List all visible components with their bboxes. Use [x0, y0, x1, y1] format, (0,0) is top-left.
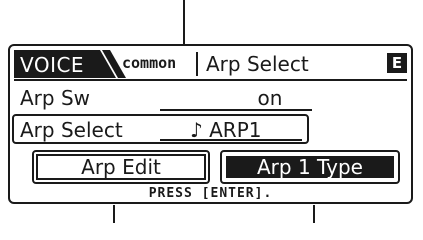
- common-tab-label[interactable]: common: [122, 54, 176, 72]
- edit-mode-badge: E: [387, 53, 407, 73]
- arp-type-frame: Arp 1 Type: [220, 150, 400, 184]
- arp-sw-value[interactable]: on: [205, 86, 335, 110]
- header-underline: [14, 79, 407, 81]
- callout-line-left: [113, 205, 115, 223]
- press-enter-hint: PRESS [ENTER].: [148, 186, 273, 201]
- header-separator: [196, 52, 198, 76]
- page-title: Arp Select: [206, 52, 309, 76]
- arp-sw-underline: [160, 109, 312, 111]
- lcd-screen: VOICE common Arp Select E Arp Sw on Arp …: [8, 44, 413, 204]
- callout-line-top: [183, 0, 185, 44]
- voice-tab[interactable]: VOICE: [14, 50, 130, 78]
- voice-tab-label: VOICE: [20, 53, 85, 77]
- lcd-header: VOICE common Arp Select E: [14, 50, 407, 78]
- callout-line-right: [313, 205, 315, 223]
- arp-edit-button[interactable]: Arp Edit: [36, 154, 206, 180]
- arp-edit-frame: Arp Edit: [32, 150, 210, 184]
- arp-select-underline: [160, 139, 302, 141]
- arp-type-button[interactable]: Arp 1 Type: [226, 156, 394, 178]
- arp-select-label: Arp Select: [20, 118, 123, 142]
- arp-sw-label: Arp Sw: [20, 86, 91, 110]
